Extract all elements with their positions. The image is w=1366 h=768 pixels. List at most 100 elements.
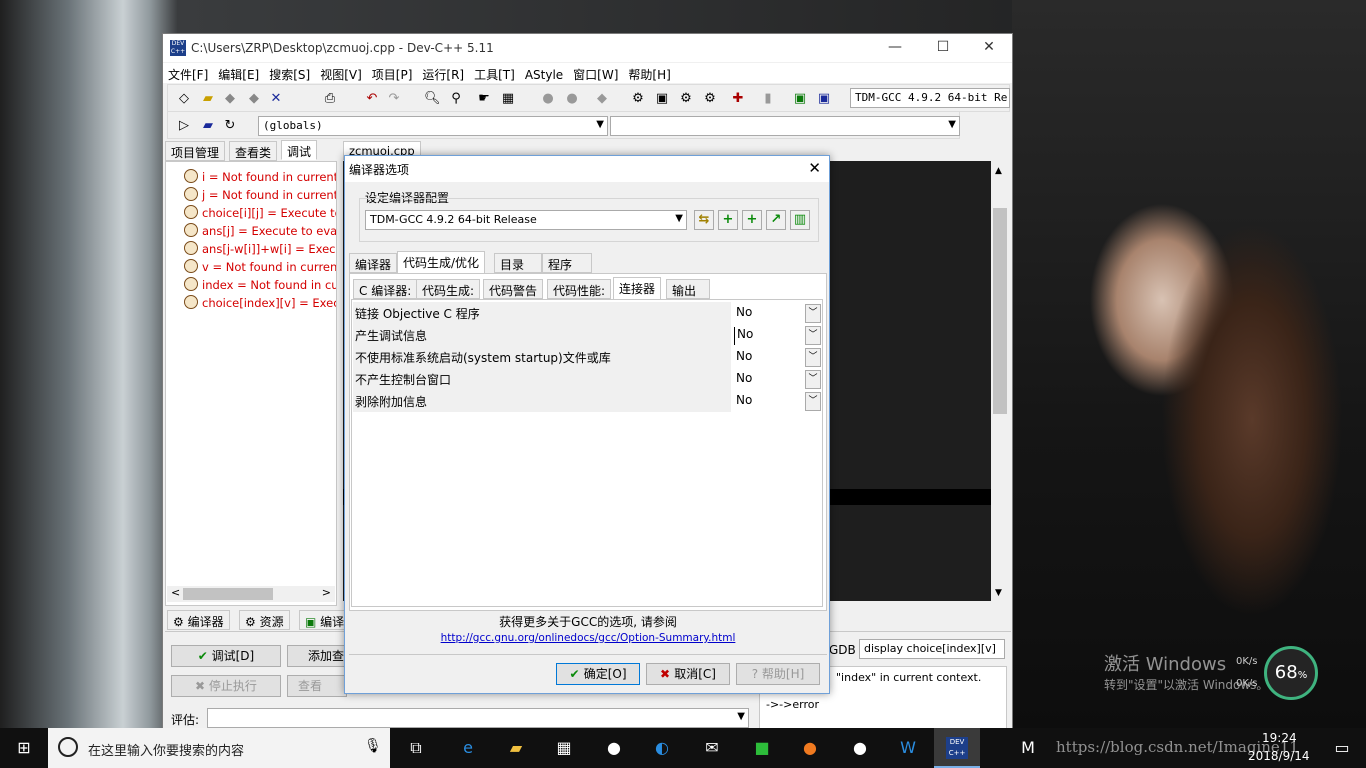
eval-input[interactable]: ▼ [207,708,749,728]
clock-date[interactable]: 2018/9/14 [1248,749,1310,763]
menu-window[interactable]: 窗口[W] [568,63,623,83]
export-config-button[interactable]: ↗ [766,210,786,230]
tab-compile-log[interactable]: ▣ 编译 [299,610,351,630]
file-explorer-icon[interactable]: ▰ [504,736,528,760]
tab-project-manager[interactable]: 项目管理 [165,141,226,161]
option-row[interactable]: 不产生控制台窗口 No ﹀ [353,368,823,390]
compiler-config-select[interactable]: TDM-GCC 4.9.2 64-bit Release ▼ [365,210,687,230]
dialog-title-bar[interactable]: 编译器选项 ✕ [345,156,829,182]
stop-icon[interactable]: ▮ [760,91,776,107]
subtab-profiling[interactable]: 代码性能: [547,279,612,299]
watch-item[interactable]: choice[i][j] = Execute to [184,205,336,220]
tab-compiler[interactable]: 编译器 [349,253,398,273]
menu-edit[interactable]: 编辑[E] [213,63,264,83]
watch-item[interactable]: i = Not found in current [184,169,336,184]
print-icon[interactable]: ⎙ [322,91,338,107]
project-options-icon[interactable]: ◆ [594,91,610,107]
option-row[interactable]: 剥除附加信息 No ﹀ [353,390,823,412]
microphone-icon[interactable]: 🎙︎ [364,738,382,754]
taskbar-search-box[interactable]: 在这里输入你要搜索的内容 🎙︎ [48,728,390,768]
subtab-warnings[interactable]: 代码警告 [483,279,544,299]
option-value[interactable]: No [734,393,806,411]
tab-compiler-output[interactable]: ⚙ 编译器 [167,610,230,630]
browser-icon[interactable]: ◐ [650,736,674,760]
function-select[interactable]: ▼ [610,116,960,136]
watch-item[interactable]: choice[index][v] = Execu [184,295,336,310]
menu-view[interactable]: 视图[V] [315,63,367,83]
watch-item[interactable]: ans[j-w[i]]+w[i] = Execu [184,241,336,256]
subtab-codegen[interactable]: 代码生成: [416,279,481,299]
run-icon[interactable]: ▣ [654,91,670,107]
option-value[interactable]: No [734,327,806,345]
menu-astyle[interactable]: AStyle [520,65,568,82]
tab-class-view[interactable]: 查看类 [229,141,278,161]
close-button[interactable]: ✕ [979,39,999,55]
watch-item[interactable]: v = Not found in curren [184,259,336,274]
debug-button[interactable]: ✔ 调试[D] [171,645,281,667]
tab-codegen-optimization[interactable]: 代码生成/优化 [397,251,486,274]
undo-icon[interactable]: ↶ [364,91,380,107]
open-file-icon[interactable]: ▰ [200,91,216,107]
firefox-icon[interactable]: ● [798,736,822,760]
rebuild-icon[interactable]: ⚙ [702,91,718,107]
title-bar[interactable]: DEV C++ C:\Users\ZRP\Desktop\zcmuoj.cpp … [163,34,1012,62]
mail-icon[interactable]: ✉ [700,736,724,760]
scroll-left-icon[interactable]: < [171,586,180,599]
profile-icon[interactable]: ▣ [792,91,808,107]
menu-help[interactable]: 帮助[H] [623,63,675,83]
watch-hscrollbar[interactable]: < > [167,586,335,602]
subtab-output[interactable]: 输出 [666,279,710,299]
delete-profile-icon[interactable]: ▣ [816,91,832,107]
stop-execution-button[interactable]: ✖ 停止执行 [171,675,281,697]
qq-icon[interactable]: ● [602,736,626,760]
option-value[interactable]: No [734,349,806,367]
play-icon[interactable]: ▷ [176,118,192,134]
save-icon[interactable]: ◆ [222,91,238,107]
option-value[interactable]: No [734,305,806,323]
subtab-c-compiler[interactable]: C 编译器: [353,279,418,299]
reload-icon[interactable]: ↻ [222,118,238,134]
windows-start-icon[interactable]: ⊞ [12,736,36,760]
add-config-button[interactable]: + [718,210,738,230]
watch-item[interactable]: ans[j] = Execute to evalu [184,223,336,238]
scroll-thumb[interactable] [993,208,1007,414]
edge-icon[interactable]: e [456,736,480,760]
notification-icon[interactable]: ▭ [1330,736,1354,760]
replace-icon[interactable]: ⚲ [448,91,464,107]
task-view-icon[interactable]: ⧉ [404,736,428,760]
save-all-icon[interactable]: ◆ [246,91,262,107]
option-row[interactable]: 不使用标准系统启动(system startup)文件或库 No ﹀ [353,346,823,368]
goto-line-icon[interactable]: ▦ [500,91,516,107]
redo-icon[interactable]: ↷ [386,91,402,107]
watch-item[interactable]: j = Not found in current [184,187,336,202]
wechat-icon[interactable]: ■ [750,736,774,760]
store-icon[interactable]: ▦ [552,736,576,760]
clock-time[interactable]: 19:24 [1262,731,1297,745]
add-project-icon[interactable]: ● [540,91,556,107]
scroll-right-icon[interactable]: > [322,586,331,599]
compile-icon[interactable]: ⚙ [630,91,646,107]
scroll-thumb[interactable] [183,588,273,600]
compile-run-icon[interactable]: ⚙ [678,91,694,107]
chevron-down-icon[interactable]: ﹀ [805,348,821,367]
watch-item[interactable]: index = Not found in cu [184,277,336,292]
chevron-down-icon[interactable]: ﹀ [805,326,821,345]
close-file-icon[interactable]: ✕ [268,91,284,107]
option-row[interactable]: 产生调试信息 No ﹀ [353,324,823,346]
chevron-down-icon[interactable]: ﹀ [805,370,821,389]
find-icon[interactable]: 🔍︎ [424,91,441,107]
book-icon[interactable]: ▰ [200,118,216,134]
compiler-select[interactable]: TDM-GCC 4.9.2 64-bit Re [850,88,1010,108]
delete-config-button[interactable]: ▥ [790,210,810,230]
maximize-button[interactable]: ☐ [933,39,953,55]
wps-icon[interactable]: W [896,736,920,760]
chevron-down-icon[interactable]: ﹀ [805,392,821,411]
new-file-icon[interactable]: ◇ [176,91,192,107]
menu-project[interactable]: 项目[P] [367,63,418,83]
option-value[interactable]: No [734,371,806,389]
minimize-button[interactable]: — [885,39,905,55]
gdb-command-input[interactable]: display choice[index][v] [859,639,1005,659]
globals-select[interactable]: (globals) ▼ [258,116,608,136]
option-row[interactable]: 链接 Objective C 程序 No ﹀ [353,302,823,324]
menu-tools[interactable]: 工具[T] [469,63,520,83]
